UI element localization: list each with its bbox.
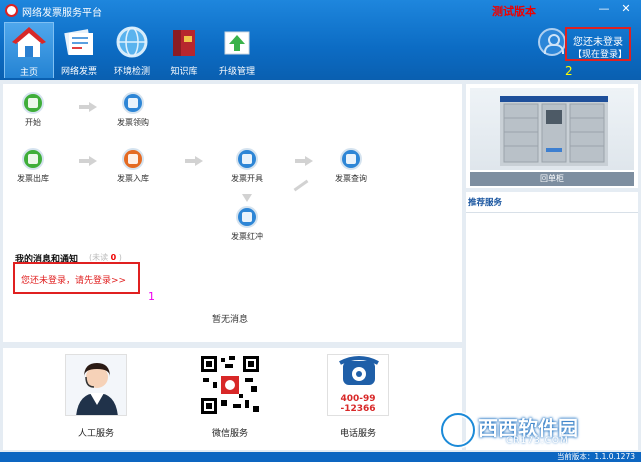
services-panel: 人工服务 微信服务 400-99 -12366 电话服务 (3, 348, 462, 450)
flow-out-label: 发票出库 (17, 174, 49, 183)
stock-in-icon (122, 148, 144, 170)
flow-in[interactable]: 发票入库 (103, 148, 163, 184)
title-bar: 网络发票服务平台 测试版本 — ✕ (0, 0, 641, 20)
nav-upgrade-label: 升级管理 (218, 67, 255, 77)
login-prompt-link[interactable]: 您还未登录，请先登录>> (21, 273, 126, 286)
service-phone[interactable]: 400-99 -12366 电话服务 (323, 354, 393, 439)
nav-upgrade[interactable]: 升级管理 (214, 22, 260, 78)
unread-number: 0 (110, 253, 117, 262)
flow-red[interactable]: 发票红冲 (217, 206, 277, 242)
flow-receive-label: 发票领购 (117, 118, 149, 127)
cabinet-label: 回单柜 (470, 172, 634, 186)
app-title: 网络发票服务平台 (22, 8, 102, 19)
flow-start[interactable]: 开始 (3, 92, 63, 128)
receipt-cabinet-image (470, 88, 634, 170)
annotation-2: 2 (565, 64, 573, 78)
service-phone-label: 电话服务 (339, 429, 376, 439)
version-text: 当前版本：1.1.0.1273 (556, 452, 635, 461)
flow-arrow (185, 156, 203, 166)
flow-arrow (79, 156, 97, 166)
user-login-area[interactable]: 您还未登录 【现在登录】 (565, 27, 631, 61)
status-bar: 当前版本：1.1.0.1273 (0, 452, 641, 462)
stock-out-icon (22, 148, 44, 170)
service-human[interactable]: 人工服务 (61, 354, 131, 439)
phone-number-line2: -12366 (340, 404, 376, 414)
service-wechat[interactable]: 微信服务 (195, 354, 265, 439)
watermark-url: CR173.COM (506, 436, 569, 446)
flow-arrow (242, 194, 252, 202)
flow-issue[interactable]: 发票开具 (217, 148, 277, 184)
unread-label: (未读 (89, 253, 109, 262)
globe-icon (116, 26, 148, 58)
test-version-badge: 测试版本 (492, 5, 536, 18)
books-icon (173, 30, 195, 56)
nav-knowledge-label: 知识库 (170, 67, 198, 77)
phone-icon: 400-99 -12366 (327, 354, 389, 416)
login-status: 您还未登录 (573, 37, 623, 48)
app-header: 网络发票服务平台 测试版本 — ✕ 主页 网络发票 环境检测 知识库 升级管理 … (0, 0, 641, 80)
red-reverse-icon (236, 206, 258, 228)
close-button[interactable]: ✕ (618, 2, 634, 15)
flow-arrow (295, 156, 313, 166)
flow-query-label: 发票查询 (335, 174, 367, 183)
home-icon (12, 27, 46, 57)
invoice-flow-panel: 开始 发票领购 发票出库 发票入库 发票开具 发票查询 发票红冲 (3, 84, 462, 246)
customer-service-icon (65, 354, 127, 416)
phone-number-line1: 400-99 (340, 394, 376, 404)
minimize-button[interactable]: — (596, 2, 612, 15)
app-logo-icon (5, 4, 18, 17)
service-wechat-label: 微信服务 (211, 429, 248, 439)
flow-arrow (79, 102, 97, 112)
flow-arrow (293, 179, 309, 192)
annotation-1: 1 (148, 290, 155, 303)
receive-icon (122, 92, 144, 114)
start-icon (22, 92, 44, 114)
site-watermark: 西西软件园 CR173.COM (439, 408, 630, 450)
qr-code-icon (199, 354, 261, 416)
messages-panel: 我的消息和通知 (未读 0 ) (3, 246, 462, 342)
login-now-link[interactable]: 【现在登录】 (573, 47, 627, 60)
invoice-icon (64, 29, 93, 55)
main-area: 开始 发票领购 发票出库 发票入库 发票开具 发票查询 发票红冲 我的消息和通知… (0, 80, 641, 452)
nav-env-check[interactable]: 环境检测 (110, 22, 154, 78)
flow-query[interactable]: 发票查询 (321, 148, 381, 184)
flow-start-label: 开始 (25, 118, 41, 127)
cabinet-panel[interactable]: 回单柜 (466, 84, 638, 188)
query-icon (340, 148, 362, 170)
flow-red-label: 发票红冲 (231, 232, 263, 241)
flow-issue-label: 发票开具 (231, 174, 263, 183)
no-messages-text: 暂无消息 (212, 315, 249, 325)
recommend-title: 推荐服务 (468, 198, 503, 208)
nav-home-label: 主页 (19, 68, 38, 78)
service-human-label: 人工服务 (77, 429, 114, 439)
user-avatar-icon[interactable] (538, 28, 566, 56)
issue-icon (236, 148, 258, 170)
nav-invoice[interactable]: 网络发票 (56, 22, 102, 78)
nav-knowledge[interactable]: 知识库 (164, 22, 204, 78)
nav-invoice-label: 网络发票 (60, 67, 97, 77)
nav-env-check-label: 环境检测 (113, 67, 150, 77)
flow-out[interactable]: 发票出库 (3, 148, 63, 184)
upgrade-icon (224, 31, 250, 55)
flow-in-label: 发票入库 (117, 174, 149, 183)
nav-home[interactable]: 主页 (4, 22, 54, 78)
divider (466, 212, 638, 213)
flow-receive[interactable]: 发票领购 (103, 92, 163, 128)
login-prompt-box[interactable]: 您还未登录，请先登录>> (13, 262, 140, 294)
unread-close: ) (118, 253, 122, 262)
